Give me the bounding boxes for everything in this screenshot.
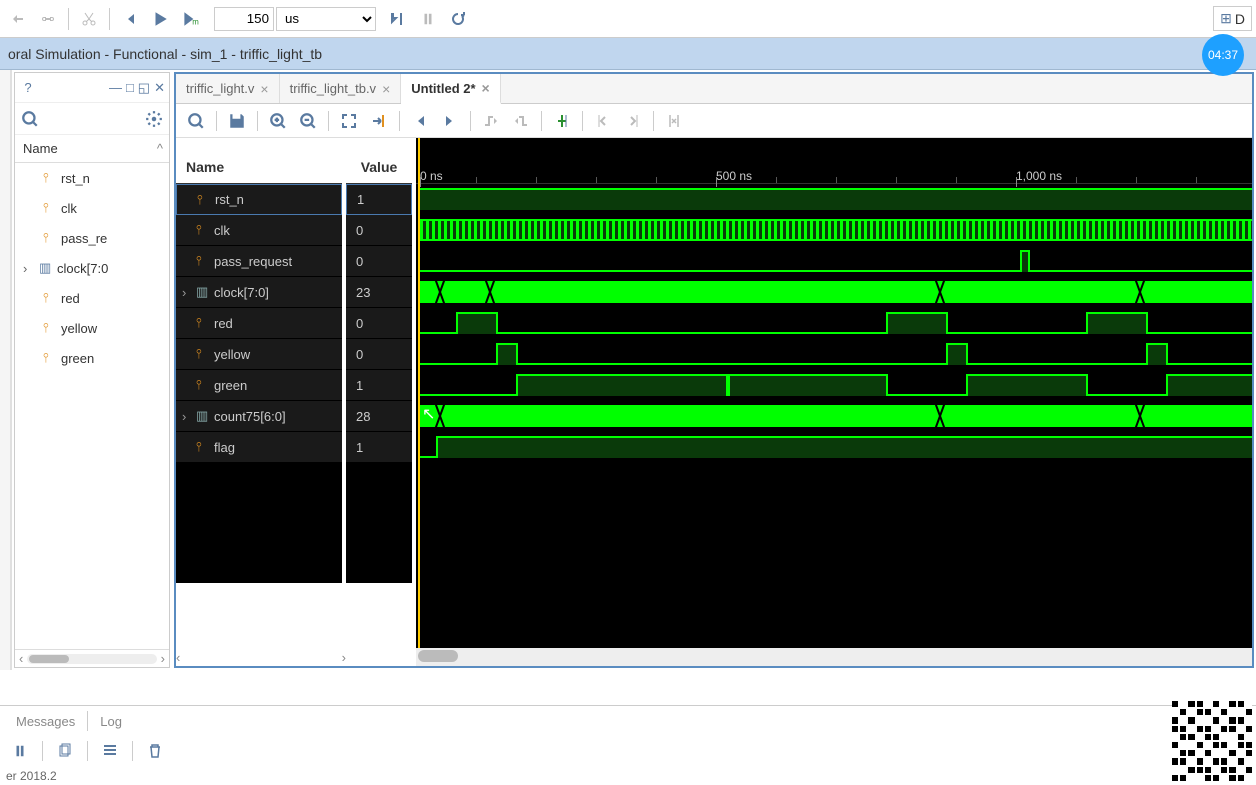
signal-row[interactable]: ⫯pass_request (176, 246, 342, 277)
value-cell: 0 (346, 246, 412, 277)
timer-badge: 04:37 (1202, 34, 1244, 76)
scope-item[interactable]: ⫯yellow (15, 313, 169, 343)
value-cell: 0 (346, 339, 412, 370)
signal-row[interactable]: ›▥clock[7:0] (176, 277, 342, 308)
undo-button[interactable] (4, 5, 32, 33)
window-title: oral Simulation - Functional - sim_1 - t… (8, 46, 322, 62)
tab-messages[interactable]: Messages (6, 710, 85, 733)
value-cell: 23 (346, 277, 412, 308)
wave-toolbar (176, 104, 1252, 138)
left-dock-edge[interactable] (0, 70, 12, 670)
scope-panel: ? — □ ◱ ✕ Name ^ ⫯rst_n ⫯clk ⫯pass_re ›▥… (14, 72, 170, 668)
tab-file[interactable]: triffic_light_tb.v× (280, 74, 402, 103)
cut-button[interactable] (75, 5, 103, 33)
signal-value-column: Value 1 0 0 23 0 0 1 28 1 (346, 138, 416, 648)
scope-name-column[interactable]: Name ^ (15, 135, 169, 163)
link-button[interactable] (34, 5, 62, 33)
signal-row[interactable]: ⫯rst_n (176, 184, 342, 215)
signal-row[interactable]: ›▥count75[6:0] (176, 401, 342, 432)
close-icon[interactable]: ✕ (154, 80, 165, 96)
time-cursor[interactable] (418, 138, 420, 648)
signal-name-column: Name ⫯rst_n ⫯clk ⫯pass_request ›▥clock[7… (176, 138, 346, 648)
pause-button[interactable] (414, 5, 442, 33)
goto-start-icon[interactable] (406, 107, 434, 135)
time-ruler[interactable]: 0 ns 500 ns 1,000 ns (416, 138, 1252, 184)
file-tabs: triffic_light.v× triffic_light_tb.v× Unt… (176, 74, 1252, 104)
waveform-panel: triffic_light.v× triffic_light_tb.v× Unt… (174, 72, 1254, 668)
goto-cursor-icon[interactable] (365, 107, 393, 135)
prev-marker-icon[interactable] (589, 107, 617, 135)
time-unit-select[interactable]: us (276, 7, 376, 31)
maximize-icon[interactable]: □ (126, 80, 134, 95)
scope-scrollbar[interactable]: ‹ › (15, 649, 169, 667)
signal-row[interactable]: ⫯clk (176, 215, 342, 246)
zoom-out-icon[interactable] (294, 107, 322, 135)
next-marker-icon[interactable] (619, 107, 647, 135)
save-icon[interactable] (223, 107, 251, 135)
name-header[interactable]: Name (176, 138, 342, 184)
goto-end-icon[interactable] (436, 107, 464, 135)
tab-log[interactable]: Log (90, 710, 132, 733)
relaunch-button[interactable] (444, 5, 472, 33)
settings-icon[interactable] (145, 110, 163, 128)
tab-file[interactable]: triffic_light.v× (176, 74, 280, 103)
swap-cursors-icon[interactable] (660, 107, 688, 135)
scope-item[interactable]: ⫯red (15, 283, 169, 313)
help-icon[interactable]: ? (19, 79, 37, 97)
signal-row[interactable]: ⫯red (176, 308, 342, 339)
minimize-icon[interactable]: — (109, 80, 122, 95)
zoom-in-icon[interactable] (264, 107, 292, 135)
copy-icon[interactable] (51, 737, 79, 765)
footer-panel: Messages Log (0, 705, 1256, 765)
run-for-button[interactable]: m (176, 5, 204, 33)
search-icon[interactable] (21, 110, 39, 128)
search-icon[interactable] (182, 107, 210, 135)
value-cell: 1 (346, 184, 412, 215)
value-header[interactable]: Value (346, 138, 412, 184)
step-button[interactable] (384, 5, 412, 33)
signal-row[interactable]: ⫯green (176, 370, 342, 401)
main-toolbar: m us (0, 0, 1256, 38)
waveform-canvas[interactable]: 0 ns 500 ns 1,000 ns ↖ (416, 138, 1252, 648)
value-cell: 28 (346, 401, 412, 432)
restart-button[interactable] (116, 5, 144, 33)
scope-item[interactable]: ⫯pass_re (15, 223, 169, 253)
tab-close-icon[interactable]: × (382, 81, 390, 97)
value-cell: 0 (346, 215, 412, 246)
tab-close-icon[interactable]: × (482, 80, 490, 96)
scope-item[interactable]: ⫯rst_n (15, 163, 169, 193)
tab-file[interactable]: Untitled 2*× (401, 74, 500, 104)
float-icon[interactable]: ◱ (138, 80, 150, 96)
dock-button[interactable]: ⊞D (1213, 6, 1252, 31)
run-time-input[interactable] (214, 7, 274, 31)
scope-item[interactable]: ›▥clock[7:0 (15, 253, 169, 283)
add-marker-icon[interactable] (548, 107, 576, 135)
qr-code (1172, 701, 1252, 781)
signal-row[interactable]: ⫯flag (176, 432, 342, 463)
scope-item[interactable]: ⫯clk (15, 193, 169, 223)
next-transition-icon[interactable] (507, 107, 535, 135)
value-cell: 0 (346, 308, 412, 339)
run-button[interactable] (146, 5, 174, 33)
title-bar: oral Simulation - Functional - sim_1 - t… (0, 38, 1256, 70)
zoom-fit-icon[interactable] (335, 107, 363, 135)
svg-text:m: m (192, 17, 199, 26)
wave-scrollbar[interactable]: ‹› ‹ (176, 648, 1252, 666)
list-icon[interactable] (96, 737, 124, 765)
signal-row[interactable]: ⫯yellow (176, 339, 342, 370)
scope-item[interactable]: ⫯green (15, 343, 169, 373)
prev-transition-icon[interactable] (477, 107, 505, 135)
value-cell: 1 (346, 370, 412, 401)
value-cell: 1 (346, 432, 412, 463)
delete-icon[interactable] (141, 737, 169, 765)
tab-close-icon[interactable]: × (260, 81, 268, 97)
version-label: er 2018.2 (0, 767, 63, 785)
pause-icon[interactable] (6, 737, 34, 765)
scope-tree: ⫯rst_n ⫯clk ⫯pass_re ›▥clock[7:0 ⫯red ⫯y… (15, 163, 169, 649)
